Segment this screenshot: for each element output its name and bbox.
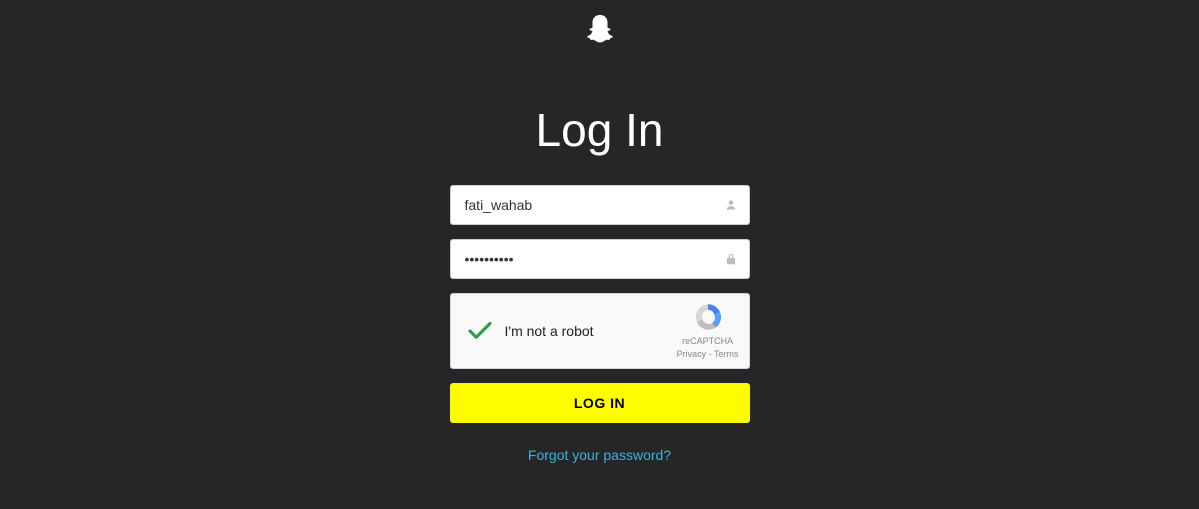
password-row: [450, 239, 750, 279]
login-form: I'm not a robot reCAPTCHA Privacy - Term…: [450, 185, 750, 463]
forgot-password-link[interactable]: Forgot your password?: [450, 447, 750, 463]
username-input[interactable]: [450, 185, 750, 225]
recaptcha-branding: reCAPTCHA Privacy - Terms: [677, 301, 739, 360]
username-row: [450, 185, 750, 225]
lock-icon: [724, 252, 738, 266]
ghost-icon: [582, 12, 618, 48]
page-title: Log In: [536, 103, 664, 157]
recaptcha-brand-text: reCAPTCHA: [682, 335, 733, 348]
recaptcha-icon: [692, 301, 724, 333]
recaptcha-widget[interactable]: I'm not a robot reCAPTCHA Privacy - Term…: [450, 293, 750, 369]
recaptcha-label: I'm not a robot: [505, 323, 677, 339]
checkmark-icon: [465, 316, 495, 346]
snapchat-logo: [582, 12, 618, 53]
login-button[interactable]: LOG IN: [450, 383, 750, 423]
recaptcha-privacy-link[interactable]: Privacy: [677, 349, 707, 359]
password-input[interactable]: [450, 239, 750, 279]
recaptcha-terms-link[interactable]: Terms: [714, 349, 739, 359]
user-icon: [724, 198, 738, 212]
